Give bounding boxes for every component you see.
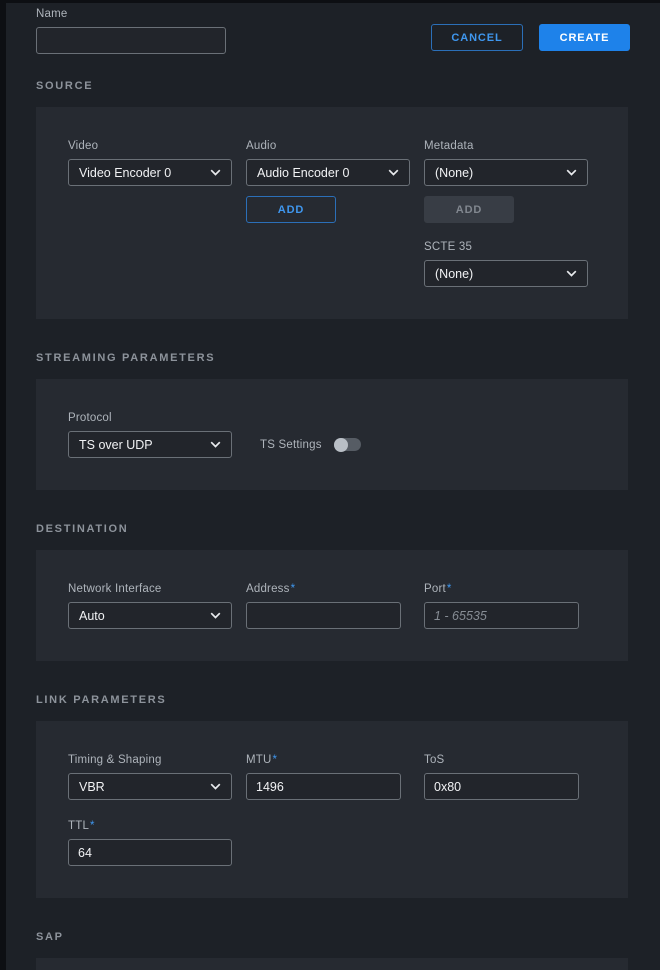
form-header: Name CANCEL CREATE: [0, 0, 660, 68]
link-parameters-panel: Timing & Shaping VBR MTU* ToS TTL*: [36, 721, 628, 898]
audio-field-group: Audio Audio Encoder 0 ADD: [246, 140, 424, 287]
name-field-group: Name: [36, 8, 226, 54]
network-interface-select[interactable]: Auto: [68, 602, 232, 629]
metadata-label: Metadata: [424, 140, 474, 152]
create-stream-form: Name CANCEL CREATE SOURCE Video Video En…: [0, 0, 660, 970]
protocol-select-value: TS over UDP: [79, 438, 153, 452]
port-field-group: Port*: [424, 583, 602, 629]
mtu-label: MTU*: [246, 754, 277, 766]
tos-input[interactable]: [424, 773, 579, 800]
chevron-down-icon: [210, 441, 221, 448]
network-interface-label: Network Interface: [68, 583, 162, 595]
section-title-sap: SAP: [36, 931, 624, 943]
audio-select[interactable]: Audio Encoder 0: [246, 159, 410, 186]
network-interface-field-group: Network Interface Auto: [68, 583, 246, 629]
mtu-input[interactable]: [246, 773, 401, 800]
streaming-parameters-panel: Protocol TS over UDP TS Settings: [36, 379, 628, 490]
timing-shaping-field-group: Timing & Shaping VBR: [68, 754, 246, 800]
video-label: Video: [68, 140, 98, 152]
address-input[interactable]: [246, 602, 401, 629]
chevron-down-icon: [210, 169, 221, 176]
cancel-button[interactable]: CANCEL: [431, 24, 523, 51]
protocol-label: Protocol: [68, 412, 112, 424]
source-panel: Video Video Encoder 0 Audio Audio Encode…: [36, 107, 628, 319]
chevron-down-icon: [210, 783, 221, 790]
form-actions: CANCEL CREATE: [431, 24, 630, 51]
port-label: Port*: [424, 583, 452, 595]
protocol-select[interactable]: TS over UDP: [68, 431, 232, 458]
ttl-label: TTL*: [68, 820, 95, 832]
tos-label: ToS: [424, 754, 444, 766]
network-interface-select-value: Auto: [79, 609, 105, 623]
metadata-add-button-disabled: ADD: [424, 196, 514, 223]
sap-panel: Transmit SAP: [36, 958, 628, 970]
scte35-label: SCTE 35: [424, 241, 472, 253]
scte35-select-value: (None): [435, 267, 473, 281]
tos-field-group: ToS: [424, 754, 602, 800]
metadata-select-value: (None): [435, 166, 473, 180]
timing-shaping-label: Timing & Shaping: [68, 754, 162, 766]
scte35-select[interactable]: (None): [424, 260, 588, 287]
metadata-select[interactable]: (None): [424, 159, 588, 186]
chevron-down-icon: [210, 612, 221, 619]
required-asterisk: *: [90, 820, 95, 832]
ts-settings-toggle[interactable]: [334, 438, 361, 451]
ts-settings-label: TS Settings: [260, 439, 322, 451]
name-input[interactable]: [36, 27, 226, 54]
metadata-field-group: Metadata (None) ADD SCTE 35 (None): [424, 140, 602, 287]
video-field-group: Video Video Encoder 0: [68, 140, 246, 287]
chevron-down-icon: [566, 169, 577, 176]
destination-panel: Network Interface Auto Address* Port*: [36, 550, 628, 661]
section-title-destination: DESTINATION: [36, 523, 624, 535]
timing-shaping-select[interactable]: VBR: [68, 773, 232, 800]
section-title-link-parameters: LINK PARAMETERS: [36, 694, 624, 706]
timing-shaping-select-value: VBR: [79, 780, 105, 794]
required-asterisk: *: [291, 583, 296, 595]
address-field-group: Address*: [246, 583, 424, 629]
chevron-down-icon: [566, 270, 577, 277]
ts-settings-field-group: TS Settings: [260, 412, 452, 458]
port-input[interactable]: [424, 602, 579, 629]
address-label: Address*: [246, 583, 295, 595]
ttl-field-group: TTL*: [68, 820, 260, 866]
required-asterisk: *: [447, 583, 452, 595]
toggle-knob: [334, 438, 348, 452]
chevron-down-icon: [388, 169, 399, 176]
protocol-field-group: Protocol TS over UDP: [68, 412, 260, 458]
name-label: Name: [36, 8, 226, 20]
ttl-input[interactable]: [68, 839, 232, 866]
audio-label: Audio: [246, 140, 276, 152]
audio-select-value: Audio Encoder 0: [257, 166, 349, 180]
audio-add-button[interactable]: ADD: [246, 196, 336, 223]
video-select[interactable]: Video Encoder 0: [68, 159, 232, 186]
required-asterisk: *: [273, 754, 278, 766]
mtu-field-group: MTU*: [246, 754, 424, 800]
section-title-streaming-parameters: STREAMING PARAMETERS: [36, 352, 624, 364]
video-select-value: Video Encoder 0: [79, 166, 171, 180]
create-button[interactable]: CREATE: [539, 24, 630, 51]
section-title-source: SOURCE: [36, 80, 624, 92]
